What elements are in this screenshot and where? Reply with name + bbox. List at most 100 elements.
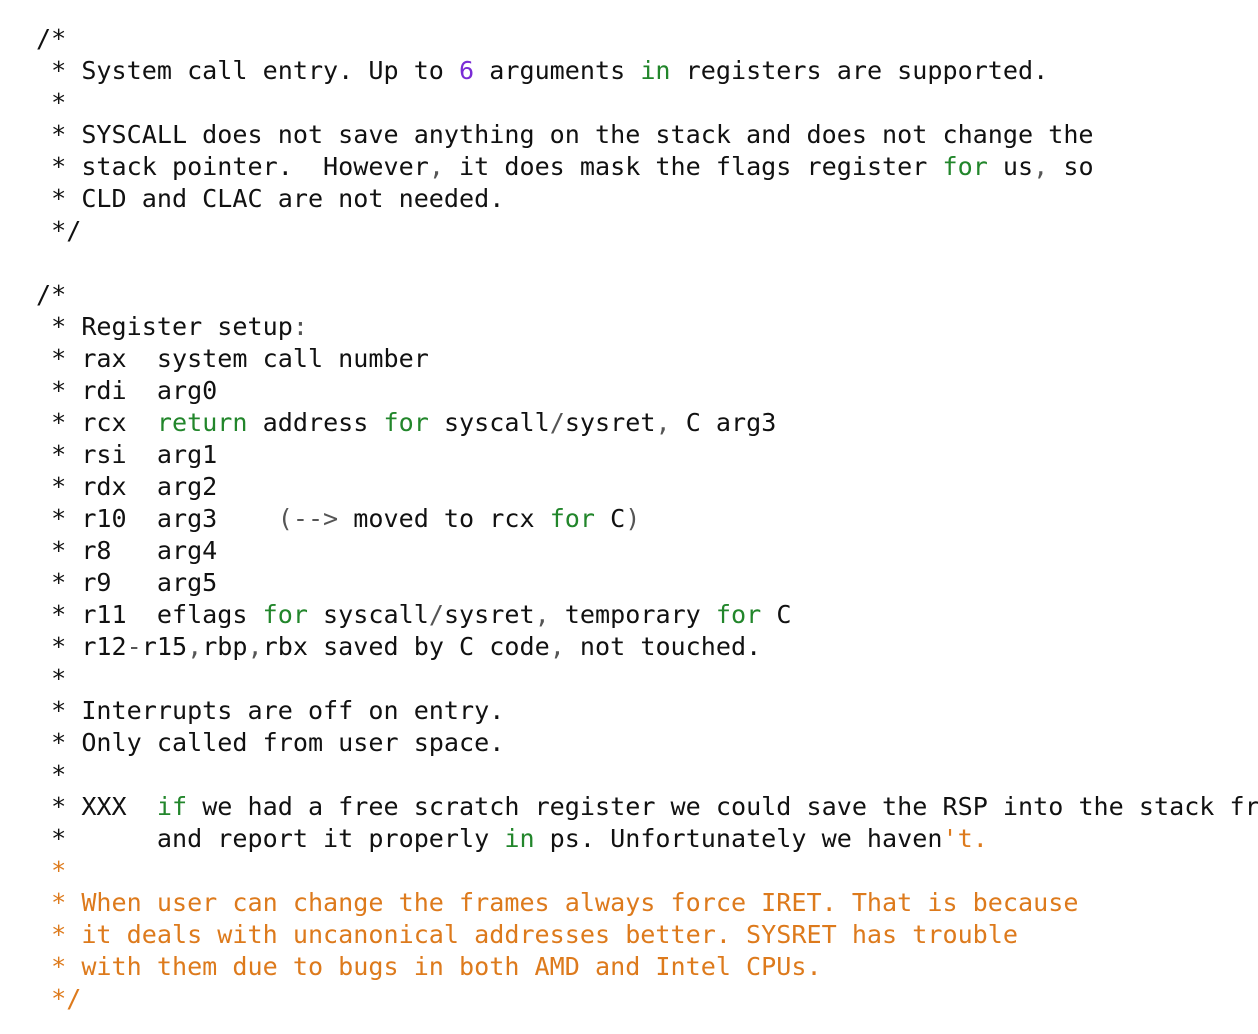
code-token-punct: /: [549, 408, 565, 437]
code-token-kw: for: [942, 152, 988, 181]
code-token-plain: syscall: [307, 600, 429, 629]
code-line: */: [36, 215, 1258, 247]
code-token-plain: address: [247, 408, 384, 437]
code-line: * rcx return address for syscall/sysret,…: [36, 407, 1258, 439]
code-token-kw: for: [715, 600, 762, 629]
code-line: * with them due to bugs in both AMD and …: [36, 951, 1258, 983]
code-line: /*: [36, 23, 1258, 55]
code-line: * rdi arg0: [36, 375, 1258, 407]
code-line: *: [36, 87, 1258, 119]
code-token-kw: in: [640, 56, 671, 85]
code-editor[interactable]: /* * System call entry. Up to 6 argument…: [0, 0, 1258, 1034]
code-line: * r9 arg5: [36, 567, 1258, 599]
code-token-plain: * rdx arg2: [36, 472, 218, 501]
code-line: * Interrupts are off on entry.: [36, 695, 1258, 727]
code-line: * r12-r15,rbp,rbx saved by C code, not t…: [36, 631, 1258, 663]
code-token-plain: rbx saved by C code: [262, 632, 550, 661]
code-token-kw: return: [156, 408, 248, 437]
code-token-plain: C arg3: [670, 408, 777, 437]
code-token-plain: temporary: [549, 600, 716, 629]
code-token-punct: ,: [549, 632, 565, 661]
code-token-plain: * rsi arg1: [36, 440, 218, 469]
code-line: *: [36, 855, 1258, 887]
code-token-plain: * Interrupts are off on entry.: [36, 696, 505, 725]
code-line: * r11 eflags for syscall/sysret, tempora…: [36, 599, 1258, 631]
code-line: * Register setup:: [36, 311, 1258, 343]
code-line: * rdx arg2: [36, 471, 1258, 503]
code-line: * System call entry. Up to 6 arguments i…: [36, 55, 1258, 87]
code-line: */: [36, 983, 1258, 1015]
code-token-punct: ,: [655, 408, 671, 437]
code-line: * r10 arg3 (--> moved to rcx for C): [36, 503, 1258, 535]
code-token-kw: for: [383, 408, 429, 437]
code-token-plain: * r12: [36, 632, 127, 661]
code-token-plain: * SYSCALL does not save anything on the …: [36, 120, 1094, 149]
code-token-punct: ): [625, 504, 641, 533]
code-token-punct: ,: [428, 152, 444, 181]
code-token-plain: * XXX: [36, 792, 157, 821]
code-token-punct: ,: [1033, 152, 1049, 181]
code-line: * Only called from user space.: [36, 727, 1258, 759]
code-line: *: [36, 663, 1258, 695]
code-token-plain: *: [36, 664, 67, 693]
code-token-plain: syscall: [428, 408, 550, 437]
code-token-plain: it does mask the flags register: [443, 152, 943, 181]
code-token-plain: C: [761, 600, 792, 629]
code-token-str: * with them due to bugs in both AMD and …: [36, 952, 822, 981]
code-token-punct: ,: [187, 632, 203, 661]
code-token-num: 6: [459, 56, 475, 85]
code-token-plain: *: [36, 88, 67, 117]
code-token-str: * it deals with uncanonical addresses be…: [36, 920, 1019, 949]
code-line: * rsi arg1: [36, 439, 1258, 471]
code-token-punct: ,: [534, 600, 550, 629]
code-token-plain: C: [595, 504, 626, 533]
code-line: * SYSCALL does not save anything on the …: [36, 119, 1258, 151]
code-token-plain: we had a free scratch register we could …: [187, 792, 1258, 821]
code-token-plain: sysret: [443, 600, 535, 629]
code-token-plain: */: [36, 216, 82, 245]
code-line: * stack pointer. However, it does mask t…: [36, 151, 1258, 183]
code-token-plain: /*: [36, 24, 67, 53]
code-token-str: 't.: [942, 824, 988, 853]
code-token-punct: -: [126, 632, 142, 661]
code-token-plain: so: [1048, 152, 1094, 181]
code-token-plain: * rcx: [36, 408, 157, 437]
code-token-plain: arguments: [474, 56, 641, 85]
code-token-plain: * r9 arg5: [36, 568, 218, 597]
code-token-plain: ps. Unfortunately we haven: [534, 824, 943, 853]
code-token-str: * When user can change the frames always…: [36, 888, 1079, 917]
code-token-plain: not touched.: [564, 632, 762, 661]
code-token-plain: registers are supported.: [670, 56, 1049, 85]
code-line: * When user can change the frames always…: [36, 887, 1258, 919]
code-token-plain: * CLD and CLAC are not needed.: [36, 184, 505, 213]
code-token-punct: :: [292, 312, 308, 341]
code-token-plain: moved to rcx: [338, 504, 550, 533]
code-token-plain: * Register setup: [36, 312, 293, 341]
code-line: * CLD and CLAC are not needed.: [36, 183, 1258, 215]
code-line: * XXX if we had a free scratch register …: [36, 791, 1258, 823]
code-line: * rax system call number: [36, 343, 1258, 375]
code-line: *: [36, 759, 1258, 791]
code-token-kw: if: [156, 792, 188, 821]
code-token-plain: * Only called from user space.: [36, 728, 505, 757]
code-token-plain: /*: [36, 280, 67, 309]
code-token-plain: * r8 arg4: [36, 536, 218, 565]
code-token-plain: * stack pointer. However: [36, 152, 429, 181]
code-token-plain: *: [36, 760, 67, 789]
code-token-str: *: [36, 856, 67, 885]
code-token-str: */: [36, 984, 82, 1013]
code-line: /*: [36, 279, 1258, 311]
code-token-punct: /: [428, 600, 444, 629]
code-token-plain: * r10 arg3: [36, 504, 278, 533]
code-token-plain: * System call entry. Up to: [36, 56, 460, 85]
code-token-plain: us: [987, 152, 1034, 181]
code-token-kw: for: [549, 504, 596, 533]
code-token-kw: for: [262, 600, 308, 629]
code-token-plain: * rdi arg0: [36, 376, 218, 405]
code-line: * it deals with uncanonical addresses be…: [36, 919, 1258, 951]
code-token-punct: (-->: [277, 504, 339, 533]
code-token-kw: in: [504, 824, 535, 853]
code-token-plain: * and report it properly: [36, 824, 505, 853]
code-token-plain: * rax system call number: [36, 344, 429, 373]
